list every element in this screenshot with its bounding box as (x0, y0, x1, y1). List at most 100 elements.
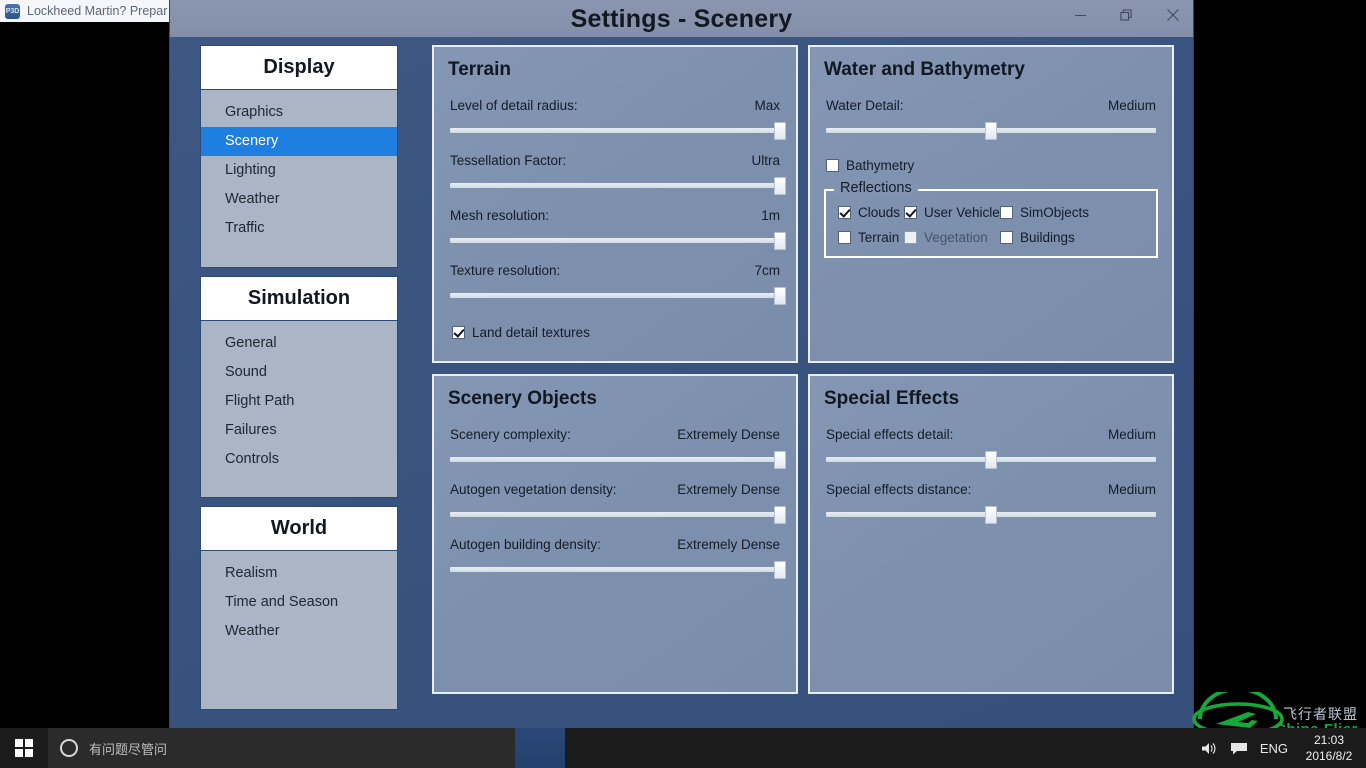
slider-thumb[interactable] (774, 451, 786, 469)
taskbar-search-box[interactable]: 有问题尽管问 (48, 728, 515, 768)
setting-value: Extremely Dense (677, 427, 780, 442)
slider-texture-resolution[interactable] (450, 287, 786, 305)
checkbox-label: Land detail textures (472, 325, 590, 340)
setting-row-autogen-vegetation-density: Autogen vegetation density: Extremely De… (450, 469, 786, 524)
checkbox-box[interactable] (826, 159, 839, 172)
checkbox-bathymetry[interactable]: Bathymetry (826, 158, 1172, 173)
checkbox-reflection-user-vehicle[interactable]: User Vehicle (904, 205, 1000, 220)
slider-level-of-detail-radius[interactable] (450, 122, 786, 140)
slider-thumb[interactable] (774, 506, 786, 524)
slider-track (450, 238, 780, 243)
slider-track (450, 293, 780, 298)
slider-thumb[interactable] (774, 122, 786, 140)
checkbox-label: Bathymetry (846, 158, 915, 173)
sidebar-item-general[interactable]: General (201, 329, 397, 358)
p3d-app-icon: P3D (5, 3, 20, 19)
sidebar-item-weather-display[interactable]: Weather (201, 185, 397, 214)
sidebar-item-time-and-season[interactable]: Time and Season (201, 588, 397, 617)
clock-date: 2016/8/2 (1305, 749, 1353, 763)
sidebar-group-simulation: Simulation General Sound Flight Path Fai… (200, 276, 398, 498)
sidebar-list-display: Graphics Scenery Lighting Weather Traffi… (200, 90, 398, 268)
checkbox-reflection-buildings[interactable]: Buildings (1000, 230, 1144, 245)
slider-thumb[interactable] (985, 122, 997, 140)
setting-label: Autogen vegetation density: (450, 482, 617, 497)
sidebar-item-controls[interactable]: Controls (201, 445, 397, 474)
dialog-titlebar[interactable]: Settings - Scenery (170, 0, 1193, 37)
slider-special-effects-detail[interactable] (826, 451, 1156, 469)
sidebar-list-simulation: General Sound Flight Path Failures Contr… (200, 321, 398, 498)
checkbox-reflection-clouds[interactable]: Clouds (838, 205, 904, 220)
slider-autogen-building-density[interactable] (450, 561, 786, 579)
setting-row-tessellation-factor: Tessellation Factor: Ultra (450, 140, 786, 195)
slider-tessellation-factor[interactable] (450, 177, 786, 195)
taskbar-search-text: 有问题尽管问 (89, 741, 168, 757)
checkbox-reflection-vegetation[interactable]: Vegetation (904, 230, 1000, 245)
sidebar-item-lighting[interactable]: Lighting (201, 156, 397, 185)
slider-thumb[interactable] (774, 177, 786, 195)
taskbar: 有问题尽管问 ENG 21:03 2016/8/2 (0, 728, 1366, 768)
sidebar-item-scenery[interactable]: Scenery (201, 127, 397, 156)
checkbox-box[interactable] (452, 326, 465, 339)
slider-track (450, 457, 780, 462)
sidebar-list-world: Realism Time and Season Weather (200, 551, 398, 710)
restore-button[interactable] (1103, 0, 1149, 30)
close-icon (1166, 8, 1180, 22)
panel-title-water: Water and Bathymetry (824, 59, 1025, 80)
panel-water-and-bathymetry: Water and Bathymetry Water Detail: Mediu… (808, 45, 1174, 363)
sidebar-item-sound[interactable]: Sound (201, 358, 397, 387)
setting-value: Extremely Dense (677, 482, 780, 497)
slider-thumb[interactable] (985, 506, 997, 524)
sidebar-header-display: Display (200, 45, 398, 90)
checkbox-box[interactable] (838, 206, 851, 219)
checkbox-box[interactable] (1000, 231, 1013, 244)
checkbox-box[interactable] (838, 231, 851, 244)
slider-water-detail[interactable] (826, 122, 1156, 140)
slider-thumb[interactable] (774, 232, 786, 250)
slider-thumb[interactable] (774, 287, 786, 305)
slider-thumb[interactable] (774, 561, 786, 579)
sidebar-item-flight-path[interactable]: Flight Path (201, 387, 397, 416)
slider-track (450, 567, 780, 572)
setting-label: Special effects detail: (826, 427, 954, 442)
setting-row-special-effects-distance: Special effects distance: Medium (826, 469, 1156, 524)
checkbox-land-detail-textures[interactable]: Land detail textures (452, 325, 796, 340)
panel-special-effects: Special Effects Special effects detail: … (808, 374, 1174, 694)
checkbox-reflection-simobjects[interactable]: SimObjects (1000, 205, 1144, 220)
taskbar-app-button[interactable] (515, 728, 565, 768)
sidebar-item-label: Failures (225, 422, 277, 438)
dialog-title: Settings - Scenery (570, 5, 793, 33)
slider-special-effects-distance[interactable] (826, 506, 1156, 524)
setting-label: Autogen building density: (450, 537, 601, 552)
start-button[interactable] (0, 728, 48, 768)
panel-scenery-objects: Scenery Objects Scenery complexity: Extr… (432, 374, 798, 694)
checkbox-box[interactable] (904, 206, 917, 219)
sidebar-item-label: Sound (225, 364, 267, 380)
setting-value: Max (754, 98, 780, 113)
slider-mesh-resolution[interactable] (450, 232, 786, 250)
sidebar-item-graphics[interactable]: Graphics (201, 98, 397, 127)
action-center-icon[interactable] (1230, 741, 1248, 756)
checkbox-box[interactable] (904, 231, 917, 244)
checkbox-box[interactable] (1000, 206, 1013, 219)
slider-thumb[interactable] (985, 451, 997, 469)
sidebar-item-failures[interactable]: Failures (201, 416, 397, 445)
sidebar-header-simulation: Simulation (200, 276, 398, 321)
volume-icon[interactable] (1201, 741, 1218, 756)
checkbox-label: Clouds (858, 205, 901, 220)
close-button[interactable] (1149, 0, 1197, 30)
sidebar-item-realism[interactable]: Realism (201, 559, 397, 588)
setting-value: Medium (1107, 482, 1156, 497)
setting-label: Mesh resolution: (450, 208, 550, 223)
sidebar-item-traffic[interactable]: Traffic (201, 214, 397, 243)
checkbox-reflection-terrain[interactable]: Terrain (838, 230, 904, 245)
setting-row-autogen-building-density: Autogen building density: Extremely Dens… (450, 524, 786, 579)
taskbar-clock[interactable]: 21:03 2016/8/2 (1300, 732, 1358, 764)
sidebar-item-weather-world[interactable]: Weather (201, 617, 397, 646)
checkbox-label: Buildings (1020, 230, 1075, 245)
language-indicator[interactable]: ENG (1260, 741, 1288, 756)
slider-track (450, 183, 780, 188)
minimize-button[interactable] (1057, 0, 1103, 30)
settings-dialog: Settings - Scenery Display Graphics Scen… (170, 0, 1193, 762)
slider-autogen-vegetation-density[interactable] (450, 506, 786, 524)
slider-scenery-complexity[interactable] (450, 451, 786, 469)
